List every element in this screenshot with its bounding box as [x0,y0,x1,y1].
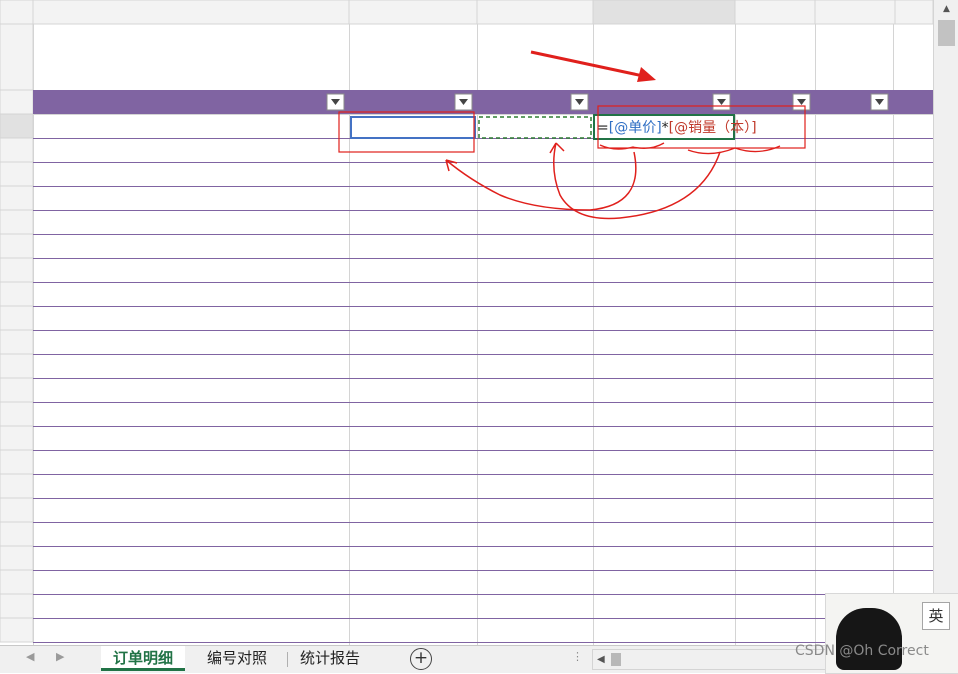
row-header[interactable] [0,497,34,523]
formula-text[interactable]: =[@单价]*[@销量（本）] [597,120,757,136]
annotation-arrow [530,50,649,79]
row-header[interactable] [0,257,34,283]
column-header[interactable] [734,0,816,25]
row-header[interactable] [0,593,34,619]
row-header[interactable] [0,401,34,427]
desktop-pet-overlay: 英 [825,593,958,674]
cat-avatar-icon [836,608,902,670]
watermark: CSDN @Oh Correct [795,643,929,659]
row-header[interactable] [0,161,34,187]
scroll-left-arrow-icon[interactable]: ◀ [597,650,605,669]
row-header[interactable] [0,521,34,547]
row-header[interactable] [0,233,34,259]
arrow-head-icon [549,142,565,154]
ime-indicator[interactable]: 英 [922,602,950,630]
row-header[interactable] [0,23,34,91]
row-header[interactable] [0,569,34,595]
column-header[interactable] [814,0,896,25]
row-header[interactable] [0,281,34,307]
price-reference-highlight [350,116,476,139]
tab-scroll-right-icon[interactable]: ▶ [56,650,64,663]
more-options-icon[interactable]: ⋮ [572,650,583,663]
vertical-scrollbar[interactable]: ▲ [933,0,958,645]
formula-part-ref1: [@单价] [609,120,662,136]
column-header-partial[interactable] [894,0,933,25]
row-header[interactable] [0,353,34,379]
row-header[interactable] [0,305,34,331]
row-header[interactable] [0,185,34,211]
annotation-curve-quantity [553,142,721,220]
column-header[interactable] [476,0,594,25]
row-header[interactable] [0,473,34,499]
worksheet-grid[interactable]: =[@单价]*[@销量（本）] [0,0,933,645]
column-header[interactable] [592,0,736,25]
add-sheet-icon[interactable]: + [410,648,432,670]
row-header[interactable] [0,449,34,475]
formula-part-equals: = [597,120,609,136]
row-header[interactable] [0,89,34,115]
row-header[interactable] [0,425,34,451]
row-header[interactable] [0,545,34,571]
column-header[interactable] [32,0,350,25]
select-all-corner[interactable] [0,0,34,25]
vertical-scroll-thumb[interactable] [938,20,955,46]
row-header[interactable] [0,209,34,235]
column-header[interactable] [348,0,478,25]
quantity-marching-ants [478,116,592,139]
arrow-head-icon [637,67,656,82]
horizontal-scroll-thumb[interactable] [611,653,621,666]
formula-part-ref2: [@销量（本）] [669,120,757,136]
tab-order-details[interactable]: 订单明细 [101,646,186,671]
scroll-up-arrow-icon[interactable]: ▲ [934,0,958,18]
annotation-underline-quantity [687,145,781,155]
row-header[interactable] [0,617,34,643]
row-header[interactable] [0,113,34,139]
row-header[interactable] [0,137,34,163]
tab-scroll-left-icon[interactable]: ◀ [26,650,34,663]
row-header[interactable] [0,329,34,355]
annotation-curve-price [445,151,637,211]
row-header[interactable] [0,377,34,403]
formula-part-operator: * [662,120,669,136]
tab-stats-report[interactable]: 统计报告 [288,646,372,672]
tab-number-lookup[interactable]: 编号对照 [195,646,279,672]
